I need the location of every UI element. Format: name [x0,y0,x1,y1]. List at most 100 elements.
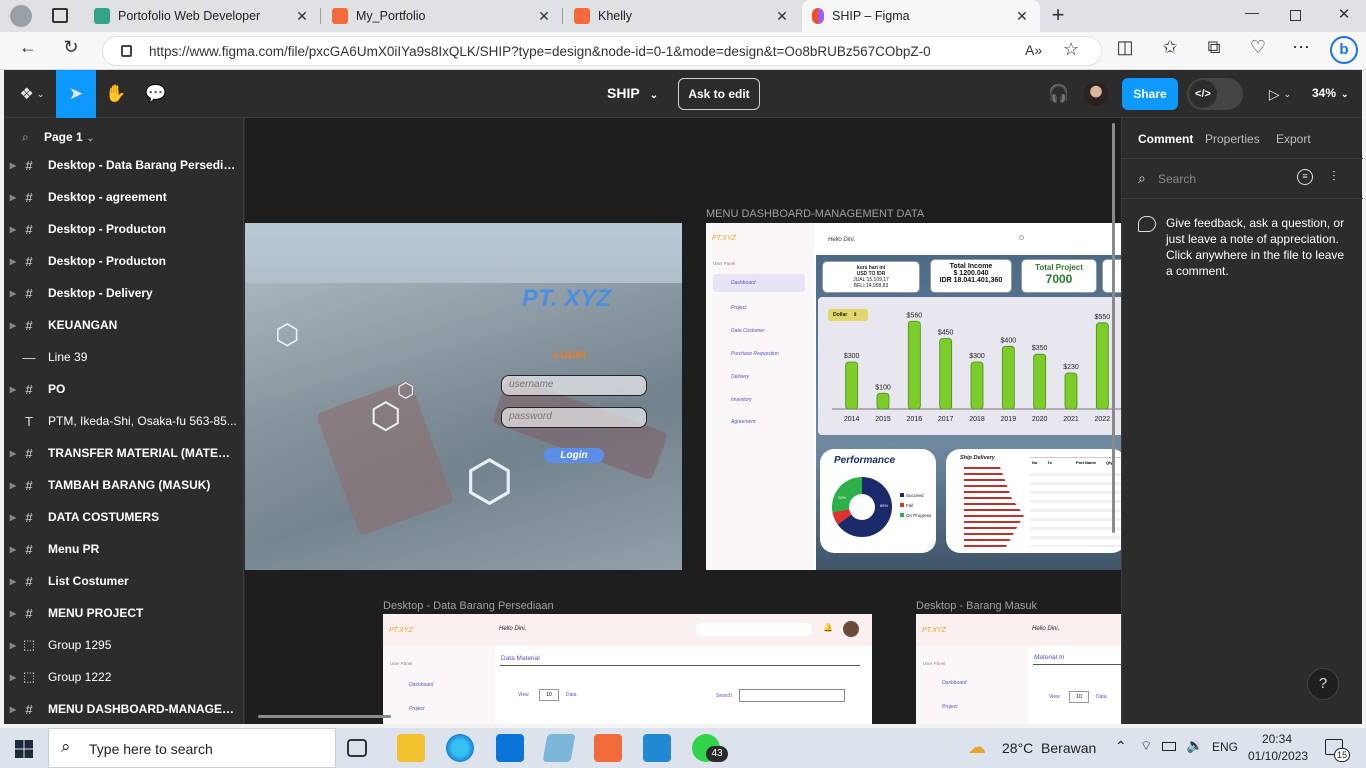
layer-item[interactable]: ▶ # DATA COSTUMERS [4,501,243,533]
password-input[interactable]: password [501,407,647,428]
task-view-icon[interactable] [347,739,367,757]
new-tab-button[interactable]: + [1046,3,1070,27]
move-tool-icon[interactable]: ➤ [56,70,96,118]
sidebar-item-agreement[interactable]: Agreement [731,419,755,425]
login-frame[interactable]: ⬡ ⬡ ⬡ ⬡ PT. XYZ LOGIN username password … [245,223,682,570]
caret-right-icon[interactable]: ▶ [6,641,20,650]
zoom-level[interactable]: 34% ⌄ [1312,86,1349,100]
chevron-up-icon[interactable]: ⌃ [1115,738,1127,755]
layer-item[interactable]: ▶ # Menu PR [4,533,243,565]
comment-tool-icon[interactable]: 💬 [136,70,176,118]
read-aloud-icon[interactable]: A» [1025,42,1042,58]
copilot-icon[interactable]: b [1330,36,1358,64]
close-icon[interactable]: ✕ [1012,8,1032,25]
lock-icon[interactable] [121,45,132,57]
caret-right-icon[interactable]: ▶ [6,161,20,170]
sidebar-item-data-costumer[interactable]: Data Costumer [731,328,765,334]
present-icon[interactable]: ▷ ⌄ [1262,70,1298,118]
vscode-icon[interactable] [643,734,671,762]
layer-item[interactable]: ▶ # PO [4,373,243,405]
login-button[interactable]: Login [544,448,604,463]
layer-item[interactable]: ▶ # Desktop - Delivery [4,277,243,309]
split-screen-icon[interactable]: ◫ [1112,35,1138,59]
volume-icon[interactable]: 🔉 [1186,737,1203,754]
frame-label[interactable]: Desktop - Barang Masuk [916,600,1037,612]
virtualbox-icon[interactable] [542,734,576,762]
clock-time[interactable]: 20:34 [1262,732,1292,746]
layer-item[interactable]: ▶ # List Costumer [4,565,243,597]
layer-item[interactable]: ▶ ⬚ Group 1295 [4,629,243,661]
caret-right-icon[interactable]: ▶ [6,321,20,330]
sidebar-item-dashboard[interactable]: Dashboard [409,682,433,688]
username-input[interactable]: username [501,375,647,396]
weather-text[interactable]: 28°C Berawan [1002,740,1096,756]
comment-search-input[interactable]: Search [1158,172,1196,186]
tab-properties[interactable]: Properties [1205,132,1260,146]
browser-essentials-icon[interactable]: ♡ [1245,35,1271,59]
layer-item[interactable]: ▶ # TAMBAH BARANG (MASUK) [4,469,243,501]
view-count-select[interactable]: 10 [1069,691,1089,703]
headphones-icon[interactable]: 🎧 [1044,70,1074,118]
caret-right-icon[interactable]: ▶ [6,705,20,714]
vertical-scrollbar[interactable] [1112,123,1115,533]
windows-start-icon[interactable] [15,740,33,758]
layer-item[interactable]: ▶ ⬚ Group 1222 [4,661,243,693]
tab-actions-icon[interactable] [52,8,68,23]
horizontal-scrollbar[interactable] [258,715,391,718]
frame-search-field[interactable] [696,623,812,636]
layer-item[interactable]: ▶ # Desktop - Data Barang Persediaan [4,149,243,181]
browser-tab[interactable]: My_Portfolio ✕ [322,0,562,32]
caret-right-icon[interactable]: ▶ [6,385,20,394]
layer-item[interactable]: ▶ # KEUANGAN [4,309,243,341]
filter-icon[interactable]: ≡ [1297,169,1313,185]
browser-tab[interactable]: Portofolio Web Developer ✕ [84,0,320,32]
persediaan-frame[interactable]: PT.XYZ Hello Dini, 🔔 User Panel Dashboar… [383,614,872,724]
profile-icon[interactable] [10,5,32,27]
tab-comment[interactable]: Comment [1138,132,1193,146]
caret-right-icon[interactable]: ▶ [6,513,20,522]
close-icon[interactable]: ✕ [534,8,554,25]
caret-right-icon[interactable]: ▶ [6,225,20,234]
design-canvas[interactable]: ⬡ ⬡ ⬡ ⬡ PT. XYZ LOGIN username password … [245,118,1121,724]
caret-right-icon[interactable]: ▶ [6,193,20,202]
caret-right-icon[interactable]: ▶ [6,289,20,298]
more-options-icon[interactable]: ⋯ [1288,35,1314,59]
caret-right-icon[interactable]: ▶ [6,449,20,458]
sidebar-item-project[interactable]: Project [731,305,747,311]
refresh-icon[interactable]: ↻ [58,35,84,59]
close-icon[interactable]: ✕ [772,8,792,25]
search-icon[interactable]: ⌕ [1138,170,1146,187]
favorites-icon[interactable]: ✩ [1157,35,1183,59]
battery-icon[interactable] [1162,742,1176,751]
sidebar-item-dashboard[interactable]: Dashboard [731,280,755,286]
figma-menu-icon[interactable]: ❖ ⌄ [12,70,52,118]
layer-item[interactable]: ▶ # TRANSFER MATERIAL (MATERIA... [4,437,243,469]
caret-right-icon[interactable]: ▶ [6,257,20,266]
url-field[interactable]: https://www.figma.com/file/pxcGA6UmX0iIY… [102,36,1102,66]
favorite-star-icon[interactable]: ☆ [1063,39,1079,60]
layer-item[interactable]: ▶ # MENU DASHBOARD-MANAGEME... [4,693,243,724]
layer-item[interactable]: — Line 39 [4,341,243,373]
file-title[interactable]: SHIP ⌄ [607,85,658,101]
avatar[interactable] [843,621,859,637]
hand-tool-icon[interactable]: ✋ [96,70,136,118]
edge-icon[interactable] [446,734,474,762]
caret-right-icon[interactable]: ▶ [6,481,20,490]
back-icon[interactable]: ← [15,35,41,59]
sidebar-item-delivery[interactable]: Delivery [731,374,749,380]
xampp-icon[interactable] [594,734,622,762]
restore-icon[interactable] [1290,10,1301,21]
sidebar-item-dashboard[interactable]: Dashboard [942,680,966,686]
sidebar-item-purchase-requestion[interactable]: Purchase Requestion [731,351,779,357]
collections-icon[interactable]: ⧉ [1201,35,1227,59]
layer-item[interactable]: ▶ # Desktop - agreement [4,181,243,213]
settings-sliders-icon[interactable]: ⫶ [1332,168,1336,185]
search-input[interactable] [739,689,845,702]
caret-right-icon[interactable]: ▶ [6,673,20,682]
minimize-icon[interactable]: — [1242,4,1262,26]
sidebar-item-project[interactable]: Project [942,704,958,710]
browser-tab[interactable]: Khelly ✕ [564,0,800,32]
browser-tab-active[interactable]: SHIP – Figma ✕ [802,0,1040,32]
language-indicator[interactable]: ENG [1212,740,1238,754]
ask-to-edit-button[interactable]: Ask to edit [678,78,760,110]
